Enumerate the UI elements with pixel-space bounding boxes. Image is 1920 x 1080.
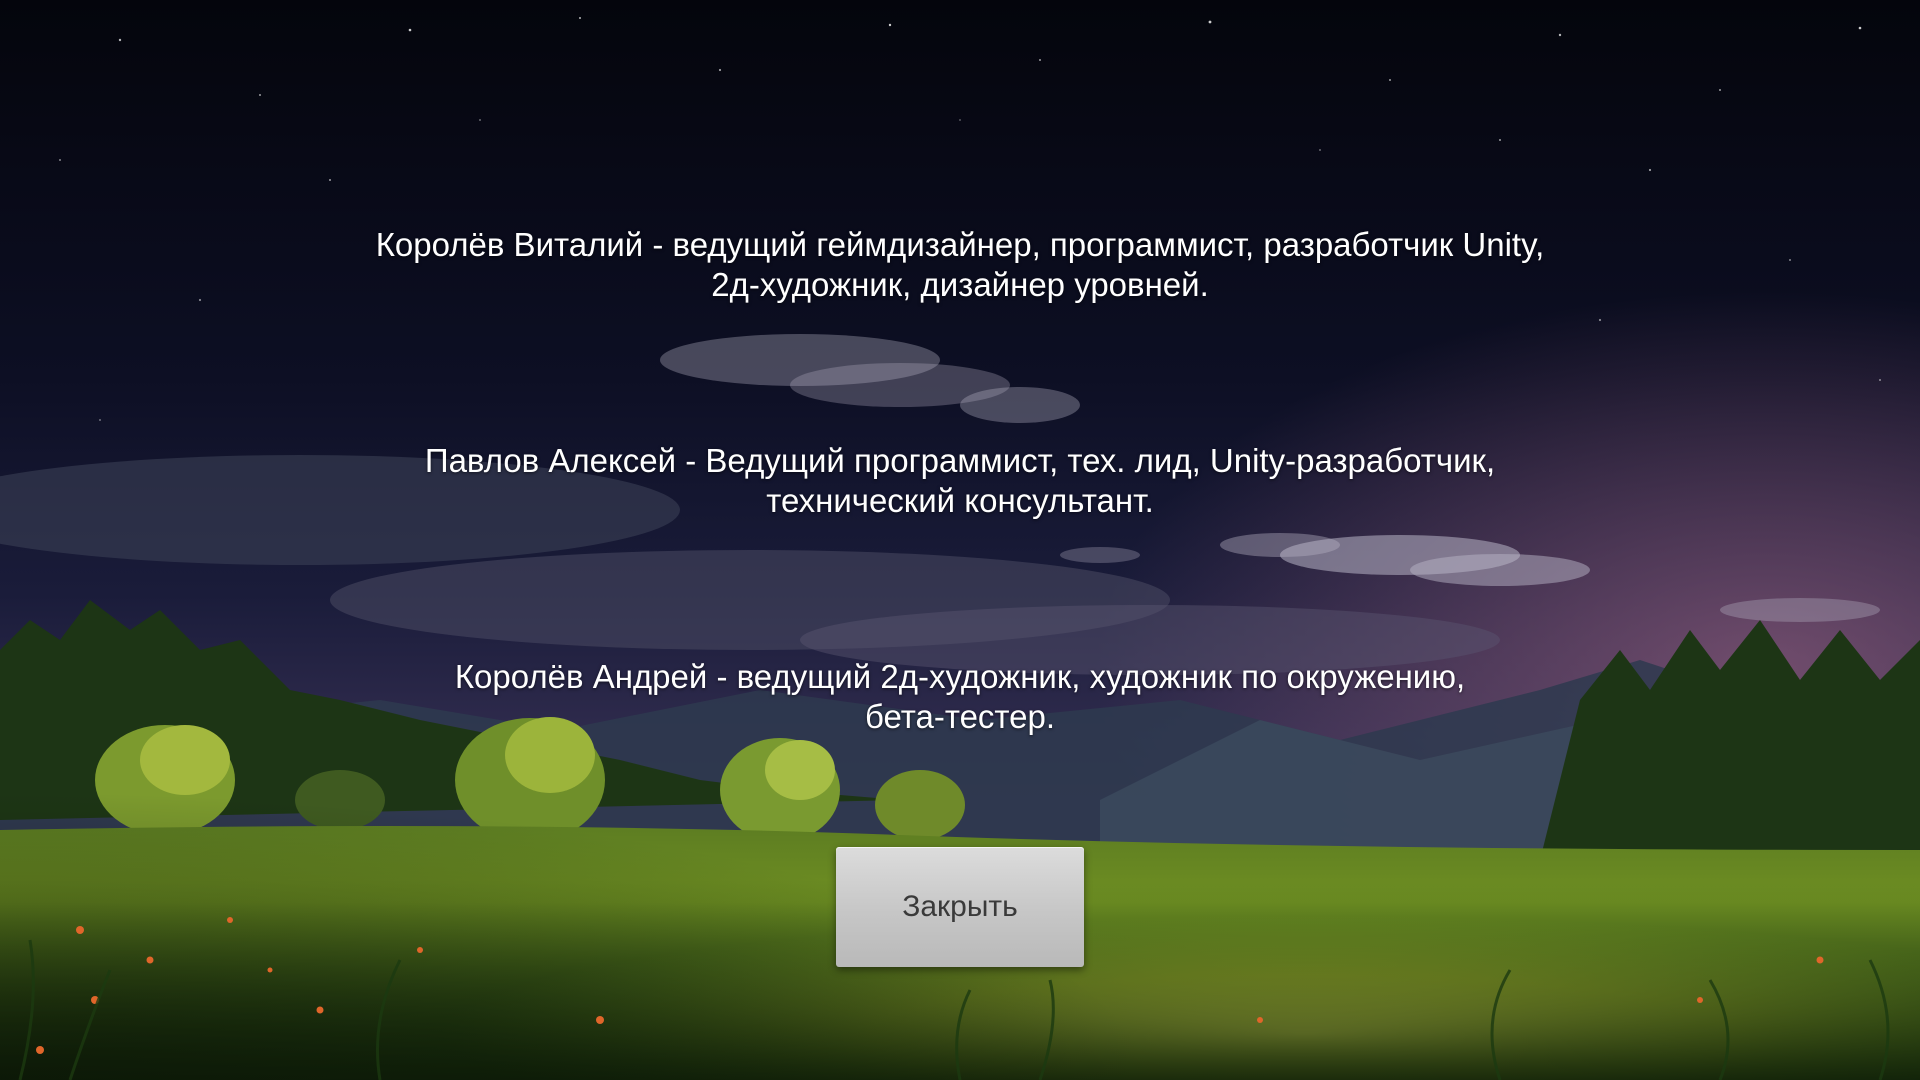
credit-line: Королёв Виталий - ведущий геймдизайнер, … <box>375 226 1545 263</box>
credit-entry-korolev-andrey: Королёв Андрей - ведущий 2д-художник, ху… <box>0 657 1920 737</box>
credit-line: 2д-художник, дизайнер уровней. <box>711 266 1209 303</box>
credit-entry-korolev-vitaly: Королёв Виталий - ведущий геймдизайнер, … <box>0 225 1920 305</box>
close-button[interactable]: Закрыть <box>836 847 1084 967</box>
credit-entry-pavlov-alexey: Павлов Алексей - Ведущий программист, те… <box>0 441 1920 521</box>
credit-line: технический консультант. <box>766 482 1154 519</box>
credit-line: бета-тестер. <box>864 698 1056 735</box>
credit-line: Королёв Андрей - ведущий 2д-художник, ху… <box>454 658 1466 695</box>
credit-line: Павлов Алексей - Ведущий программист, те… <box>424 442 1496 479</box>
